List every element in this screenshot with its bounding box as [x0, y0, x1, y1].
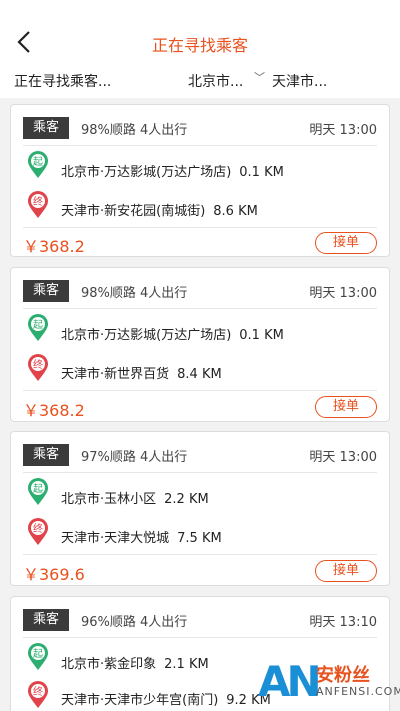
divider: [23, 227, 377, 228]
dropoff-address: 天津市·新世界百货 8.4 KM: [61, 363, 222, 382]
chevron-down-icon: ﹀: [254, 71, 265, 84]
pickup-distance: 2.1 KM: [164, 657, 209, 672]
svg-text:起: 起: [33, 156, 43, 168]
dropoff-pin-icon: 终: [27, 354, 49, 382]
divider: [23, 145, 377, 146]
dropoff-pin-icon: 终: [27, 681, 49, 709]
departure-time: 明天 13:00: [309, 123, 377, 138]
departure-time: 明天 13:00: [309, 286, 377, 301]
order-card[interactable]: 乘客 98%顺路 4人出行 明天 13:00 起 北京市·万达影城(万达广场店)…: [10, 104, 390, 257]
svg-text:终: 终: [33, 685, 43, 698]
pickup-name: 北京市·万达影城(万达广场店): [61, 328, 232, 343]
departure-time: 明天 13:10: [309, 615, 377, 630]
pickup-address: 北京市·万达影城(万达广场店) 0.1 KM: [61, 161, 284, 180]
passenger-tag: 乘客: [23, 444, 69, 466]
divider: [23, 472, 377, 473]
to-city-filter[interactable]: 天津市...: [272, 71, 327, 91]
order-card[interactable]: 乘客 97%顺路 4人出行 明天 13:00 起 北京市·玉林小区 2.2 KM …: [10, 431, 390, 586]
top-bar: 正在寻找乘客: [0, 0, 400, 66]
pickup-name: 北京市·紫金印象: [61, 657, 157, 672]
dropoff-name: 天津市·新世界百货: [61, 367, 170, 382]
pickup-address: 北京市·玉林小区 2.2 KM: [61, 488, 209, 507]
pickup-address: 北京市·万达影城(万达广场店) 0.1 KM: [61, 324, 284, 343]
dropoff-distance: 8.4 KM: [177, 367, 222, 382]
divider: [23, 308, 377, 309]
watermark-logo: AN: [258, 657, 322, 706]
route-info: 96%顺路 4人出行: [81, 615, 188, 630]
dropoff-pin-icon: 终: [27, 191, 49, 219]
accept-order-button[interactable]: 接单: [315, 232, 377, 254]
pickup-name: 北京市·玉林小区: [61, 492, 157, 507]
dropoff-address: 天津市·天津市少年宫(南门) 9.2 KM: [61, 689, 271, 708]
departure-time: 明天 13:00: [309, 450, 377, 465]
pickup-pin-icon: 起: [27, 643, 49, 671]
site-watermark: AN 安粉丝 ANFENSI.COM: [258, 657, 400, 706]
svg-text:终: 终: [33, 358, 43, 371]
dropoff-name: 天津市·新安花园(南城街): [61, 204, 206, 219]
pickup-distance: 0.1 KM: [239, 328, 284, 343]
passenger-tag: 乘客: [23, 280, 69, 302]
dropoff-address: 天津市·新安花园(南城街) 8.6 KM: [61, 200, 258, 219]
status-filter[interactable]: 正在寻找乘客...: [14, 71, 111, 91]
route-info: 98%顺路 4人出行: [81, 286, 188, 301]
svg-text:终: 终: [33, 522, 43, 535]
watermark-en-text: ANFENSI.COM: [316, 685, 400, 698]
page-title: 正在寻找乘客: [151, 36, 248, 55]
accept-order-button[interactable]: 接单: [315, 560, 377, 582]
price: ￥368.2: [23, 237, 85, 256]
accept-order-button[interactable]: 接单: [315, 396, 377, 418]
passenger-tag: 乘客: [23, 609, 69, 631]
pickup-pin-icon: 起: [27, 314, 49, 342]
passenger-tag: 乘客: [23, 117, 69, 139]
dropoff-name: 天津市·天津市少年宫(南门): [61, 693, 219, 708]
svg-text:起: 起: [33, 483, 43, 495]
pickup-name: 北京市·万达影城(万达广场店): [61, 165, 232, 180]
pickup-distance: 0.1 KM: [239, 165, 284, 180]
dropoff-distance: 7.5 KM: [177, 531, 222, 546]
filter-bar: 正在寻找乘客... 北京市... ﹀ 天津市...: [0, 66, 400, 98]
order-card[interactable]: 乘客 98%顺路 4人出行 明天 13:00 起 北京市·万达影城(万达广场店)…: [10, 267, 390, 422]
svg-text:起: 起: [33, 648, 43, 660]
pickup-distance: 2.2 KM: [164, 492, 209, 507]
divider: [23, 390, 377, 391]
divider: [23, 554, 377, 555]
pickup-address: 北京市·紫金印象 2.1 KM: [61, 653, 209, 672]
watermark-cn-text: 安粉丝: [316, 665, 370, 686]
price: ￥368.2: [23, 401, 85, 420]
pickup-pin-icon: 起: [27, 478, 49, 506]
dropoff-address: 天津市·天津大悦城 7.5 KM: [61, 527, 222, 546]
dropoff-distance: 8.6 KM: [213, 204, 258, 219]
pickup-pin-icon: 起: [27, 151, 49, 179]
from-city-filter[interactable]: 北京市...: [188, 71, 243, 91]
dropoff-name: 天津市·天津大悦城: [61, 531, 170, 546]
route-info: 97%顺路 4人出行: [81, 450, 188, 465]
svg-text:终: 终: [33, 195, 43, 208]
price: ￥369.6: [23, 565, 85, 584]
svg-text:起: 起: [33, 319, 43, 331]
route-info: 98%顺路 4人出行: [81, 123, 188, 138]
dropoff-pin-icon: 终: [27, 518, 49, 546]
divider: [23, 637, 377, 638]
